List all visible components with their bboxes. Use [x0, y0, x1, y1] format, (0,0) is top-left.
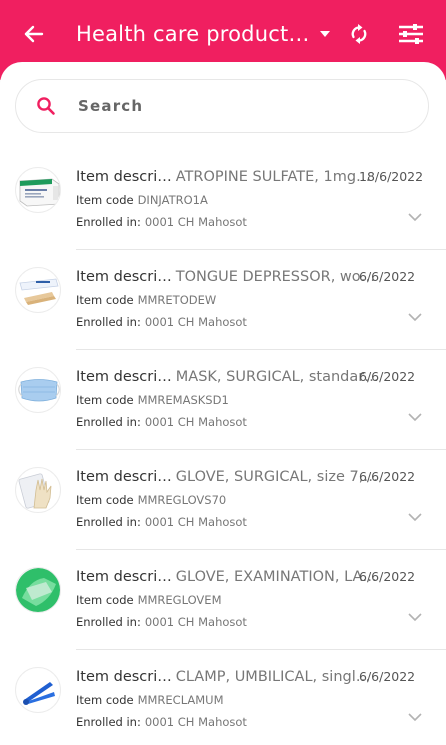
caret-down-icon	[319, 31, 330, 37]
enrolled-line: Enrolled in: 0001 CH Mahosot	[76, 714, 247, 730]
item-description-value: TONGUE DEPRESSOR, wo…	[175, 269, 376, 285]
chevron-down-icon[interactable]	[408, 312, 422, 322]
item-description-value: CLAMP, UMBILICAL, singl…	[175, 669, 371, 685]
chevron-down-icon[interactable]	[408, 412, 422, 422]
sync-button[interactable]	[345, 20, 373, 48]
item-date: 6/6/2022	[359, 369, 416, 384]
item-date: 6/6/2022	[359, 469, 416, 484]
filter-sliders-icon	[399, 24, 423, 44]
enrolled-label: Enrolled in:	[76, 315, 141, 329]
list-item[interactable]: Item descri… MASK, SURGICAL, standar… 6/6…	[0, 350, 446, 450]
item-code-line: Item code MMREMASKSD1	[76, 392, 229, 408]
item-date: 6/6/2022	[359, 569, 416, 584]
enrolled-line: Enrolled in: 0001 CH Mahosot	[76, 614, 247, 630]
filter-button[interactable]	[396, 19, 426, 49]
item-code-value: MMRETODEW	[137, 293, 217, 307]
surgical-mask-image	[15, 367, 61, 413]
item-description-label: Item descri…	[76, 669, 172, 685]
back-button[interactable]	[20, 20, 48, 48]
sync-icon	[351, 24, 367, 44]
enrolled-value: 0001 CH Mahosot	[144, 315, 247, 329]
item-code-line: Item code MMRECLAMUM	[76, 692, 224, 708]
item-description-value: GLOVE, EXAMINATION, LA…	[175, 569, 377, 585]
item-code-value: MMREGLOVS70	[137, 493, 227, 507]
chevron-down-icon[interactable]	[408, 212, 422, 222]
item-date: 18/6/2022	[359, 169, 424, 184]
item-description-value: GLOVE, SURGICAL, size 7,…	[175, 469, 378, 485]
item-code-label: Item code	[76, 493, 134, 507]
enrolled-value: 0001 CH Mahosot	[144, 615, 247, 629]
item-description-label: Item descri…	[76, 569, 172, 585]
search-bar[interactable]	[15, 79, 429, 133]
item-description-label: Item descri…	[76, 469, 172, 485]
enrolled-line: Enrolled in: 0001 CH Mahosot	[76, 214, 247, 230]
item-code-value: MMRECLAMUM	[137, 693, 224, 707]
item-code-line: Item code MMRETODEW	[76, 292, 216, 308]
item-description-label: Item descri…	[76, 169, 172, 185]
tongue-depressor-image	[15, 267, 61, 313]
chevron-down-icon[interactable]	[408, 612, 422, 622]
enrolled-line: Enrolled in: 0001 CH Mahosot	[76, 414, 247, 430]
item-code-label: Item code	[76, 593, 134, 607]
item-code-value: MMREMASKSD1	[137, 393, 229, 407]
chevron-down-icon[interactable]	[408, 712, 422, 722]
item-description-label: Item descri…	[76, 369, 172, 385]
item-description-label: Item descri…	[76, 269, 172, 285]
umbilical-clamp-image	[15, 667, 61, 713]
item-description-value: MASK, SURGICAL, standar…	[175, 369, 379, 385]
enrolled-value: 0001 CH Mahosot	[144, 415, 247, 429]
list-item[interactable]: Item descri… ATROPINE SULFATE, 1mg… 18/6/…	[0, 150, 446, 250]
enrolled-label: Enrolled in:	[76, 615, 141, 629]
item-code-label: Item code	[76, 293, 134, 307]
item-date: 6/6/2022	[359, 669, 416, 684]
arrow-left-icon	[24, 25, 44, 43]
list-item[interactable]: Item descri… TONGUE DEPRESSOR, wo… 6/6/20…	[0, 250, 446, 350]
item-description-value: ATROPINE SULFATE, 1mg…	[175, 169, 371, 185]
enrolled-label: Enrolled in:	[76, 715, 141, 729]
enrolled-line: Enrolled in: 0001 CH Mahosot	[76, 514, 247, 530]
list-item[interactable]: Item descri… GLOVE, EXAMINATION, LA… 6/6/…	[0, 550, 446, 650]
enrolled-value: 0001 CH Mahosot	[144, 715, 247, 729]
item-code-line: Item code DINJATRO1A	[76, 192, 208, 208]
category-dropdown[interactable]: Health care product…	[76, 17, 330, 51]
page-title: Health care product…	[76, 22, 310, 46]
enrolled-value: 0001 CH Mahosot	[144, 215, 247, 229]
item-date: 6/6/2022	[359, 269, 416, 284]
chevron-down-icon[interactable]	[408, 512, 422, 522]
item-code-line: Item code MMREGLOVEM	[76, 592, 222, 608]
item-code-label: Item code	[76, 393, 134, 407]
item-code-value: MMREGLOVEM	[137, 593, 222, 607]
enrolled-label: Enrolled in:	[76, 515, 141, 529]
medicine-box-image	[15, 167, 61, 213]
item-code-value: DINJATRO1A	[137, 193, 208, 207]
list-item[interactable]: Item descri… CLAMP, UMBILICAL, singl… 6/6…	[0, 650, 446, 745]
enrolled-value: 0001 CH Mahosot	[144, 515, 247, 529]
enrolled-label: Enrolled in:	[76, 415, 141, 429]
item-code-line: Item code MMREGLOVS70	[76, 492, 226, 508]
enrolled-label: Enrolled in:	[76, 215, 141, 229]
search-icon	[37, 97, 55, 115]
search-input[interactable]	[76, 96, 380, 116]
item-code-label: Item code	[76, 193, 134, 207]
surgical-glove-image	[15, 467, 61, 513]
examination-glove-image	[15, 567, 61, 613]
app-screen: Health care product… Search Item descri……	[0, 0, 446, 745]
list-item[interactable]: Item descri… GLOVE, SURGICAL, size 7,… 6/…	[0, 450, 446, 550]
enrolled-line: Enrolled in: 0001 CH Mahosot	[76, 314, 247, 330]
item-code-label: Item code	[76, 693, 134, 707]
